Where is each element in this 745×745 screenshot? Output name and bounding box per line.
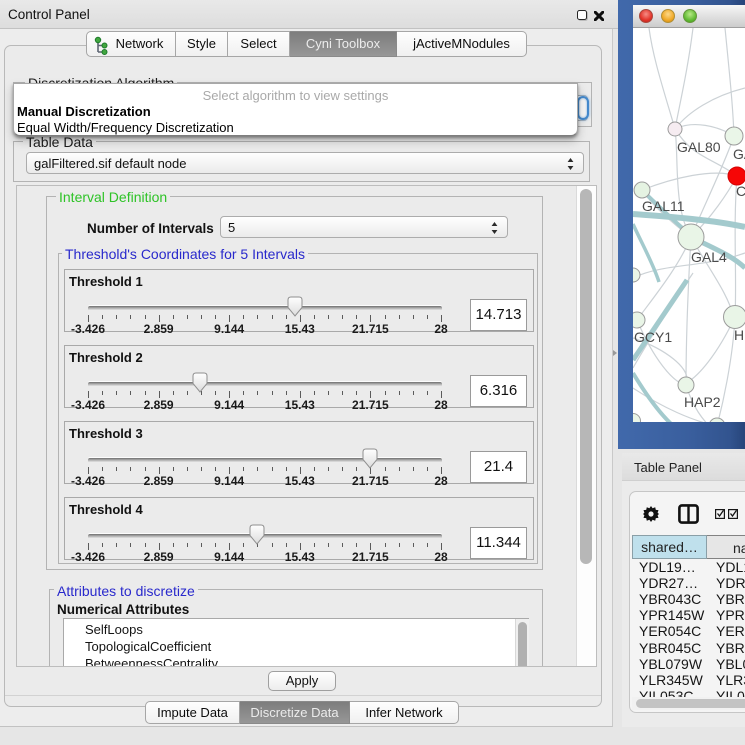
- svg-text:H: H: [734, 327, 744, 343]
- svg-text:HAP2: HAP2: [684, 394, 721, 410]
- svg-text:GAL11: GAL11: [642, 198, 685, 214]
- svg-text:GAL80: GAL80: [677, 139, 721, 155]
- svg-text:GA: GA: [733, 146, 745, 162]
- svg-text:C: C: [736, 183, 745, 199]
- svg-text:GAL4: GAL4: [691, 249, 727, 265]
- svg-text:GCY1: GCY1: [634, 329, 672, 345]
